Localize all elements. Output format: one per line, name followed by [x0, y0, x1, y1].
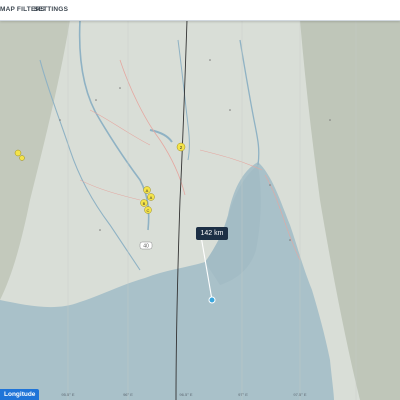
lon-tick: 97° E	[238, 392, 248, 397]
longitude-axis: 95.5° E 96° E 96.5° E 97° E 97.5° E	[0, 392, 400, 400]
poi-marker-cluster-3[interactable]: B	[140, 199, 148, 207]
svg-text:40: 40	[143, 244, 149, 250]
lon-tick: 95.5° E	[61, 392, 75, 397]
map-canvas[interactable]: 40 2 A A B C	[0, 0, 400, 400]
lon-tick: 97.5° E	[293, 392, 307, 397]
distance-endpoint-handle[interactable]	[208, 296, 216, 304]
highway-shield[interactable]: 40	[139, 241, 153, 250]
top-toolbar: MAP FILTERS SETTINGS	[0, 0, 400, 21]
poi-marker-north[interactable]: 2	[176, 142, 186, 152]
lon-tick: 96.5° E	[179, 392, 193, 397]
settings-menu[interactable]: SETTINGS	[34, 6, 68, 13]
svg-text:B: B	[143, 201, 146, 206]
svg-text:A: A	[146, 188, 149, 193]
svg-text:C: C	[147, 208, 150, 213]
poi-marker-cluster-1[interactable]: A	[143, 186, 151, 194]
poi-marker-cluster-4[interactable]: C	[144, 206, 152, 214]
poi-marker-cluster-2[interactable]: A	[147, 193, 155, 201]
coordinate-mode-button[interactable]: Longitude	[0, 389, 40, 400]
distance-label: 142 km	[196, 227, 228, 240]
svg-text:A: A	[150, 195, 153, 200]
lon-tick: 96° E	[123, 392, 133, 397]
